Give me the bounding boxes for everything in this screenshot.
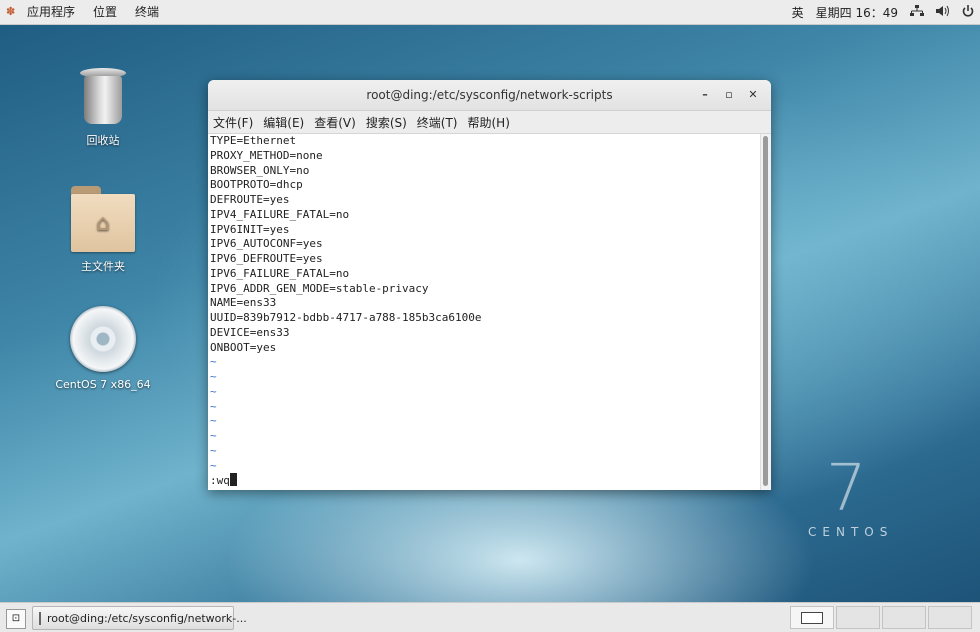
- menu-terminal[interactable]: 终端(T): [412, 114, 463, 131]
- terminal-app-menu[interactable]: 终端: [126, 0, 168, 24]
- centos-logo-word: CENTOS: [808, 525, 894, 539]
- empty-line-marker: ~: [210, 355, 217, 369]
- vi-command: :wq: [210, 474, 230, 487]
- applications-icon: ✽: [6, 5, 16, 18]
- config-line: BOOTPROTO=dhcp: [210, 178, 303, 192]
- vi-command-line[interactable]: :wq: [210, 473, 237, 489]
- config-line: TYPE=Ethernet: [210, 134, 297, 147]
- menu-edit[interactable]: 编辑(E): [258, 114, 309, 131]
- menu-search[interactable]: 搜索(S): [361, 114, 412, 131]
- config-line: NAME=ens33: [210, 296, 277, 310]
- places-menu[interactable]: 位置: [84, 0, 126, 24]
- power-icon[interactable]: [962, 4, 974, 20]
- close-icon[interactable]: ✕: [741, 80, 765, 110]
- config-line: UUID=839b7912-bdbb-4717-a788-185b3ca6100…: [210, 311, 482, 324]
- trash-label: 回收站: [86, 134, 120, 147]
- dvd-desktop-icon[interactable]: CentOS 7 x86_64: [53, 306, 153, 391]
- workspace-3[interactable]: [882, 606, 926, 629]
- maximize-icon[interactable]: ▫: [717, 80, 741, 110]
- empty-line-marker: ~: [210, 399, 217, 413]
- home-folder-label: 主文件夹: [81, 260, 125, 273]
- home-folder-desktop-icon[interactable]: ⌂ 主文件夹: [53, 186, 153, 274]
- input-method-indicator[interactable]: 英: [792, 4, 804, 21]
- empty-line-marker: ~: [210, 414, 217, 428]
- home-folder-icon: ⌂: [71, 186, 135, 252]
- text-cursor: [229, 473, 237, 486]
- top-panel: ✽ 应用程序 位置 终端 英 星期四 16：49: [0, 0, 980, 25]
- terminal-window[interactable]: root@ding:/etc/sysconfig/network-scripts…: [208, 80, 771, 490]
- taskbar-terminal-label: root@ding:/etc/sysconfig/network-...: [47, 611, 247, 625]
- workspace-4[interactable]: [928, 606, 972, 629]
- empty-line-marker: ~: [210, 429, 217, 442]
- config-line: IPV6_ADDR_GEN_MODE=stable-privacy: [210, 281, 429, 295]
- terminal-output[interactable]: TYPE=Ethernet PROXY_METHOD=none BROWSER_…: [208, 134, 763, 490]
- terminal-menubar: 文件(F) 编辑(E) 查看(V) 搜索(S) 终端(T) 帮助(H): [208, 111, 771, 134]
- trash-icon: [80, 66, 126, 126]
- config-line: BROWSER_ONLY=no: [210, 163, 310, 177]
- menu-view[interactable]: 查看(V): [309, 114, 361, 131]
- trash-desktop-icon[interactable]: 回收站: [53, 66, 153, 148]
- config-line: PROXY_METHOD=none: [210, 148, 323, 162]
- config-line: DEFROUTE=yes: [210, 193, 290, 206]
- config-line: ONBOOT=yes: [210, 340, 277, 354]
- config-line: IPV4_FAILURE_FATAL=no: [210, 207, 350, 221]
- minimize-icon[interactable]: –: [693, 80, 717, 110]
- config-line: IPV6_DEFROUTE=yes: [210, 252, 323, 265]
- empty-line-marker: ~: [210, 443, 217, 457]
- config-line: IPV6INIT=yes: [210, 222, 290, 236]
- empty-line-marker: ~: [210, 458, 217, 472]
- volume-icon[interactable]: [936, 5, 950, 20]
- show-desktop-icon[interactable]: ⊡: [6, 609, 26, 629]
- empty-line-marker: ~: [210, 384, 217, 398]
- dvd-label: CentOS 7 x86_64: [55, 378, 151, 391]
- network-icon[interactable]: [910, 4, 924, 20]
- scrollbar-thumb[interactable]: [763, 136, 768, 486]
- applications-menu[interactable]: 应用程序: [18, 0, 84, 24]
- terminal-scrollbar[interactable]: [760, 134, 771, 490]
- window-title: root@ding:/etc/sysconfig/network-scripts: [366, 88, 613, 102]
- config-line: IPV6_AUTOCONF=yes: [210, 237, 323, 251]
- menu-file[interactable]: 文件(F): [208, 114, 258, 131]
- terminal-icon: [39, 611, 41, 625]
- window-titlebar[interactable]: root@ding:/etc/sysconfig/network-scripts…: [208, 80, 771, 111]
- workspace-1[interactable]: [790, 606, 834, 629]
- empty-line-marker: ~: [210, 370, 217, 383]
- menu-help[interactable]: 帮助(H): [463, 114, 515, 131]
- dvd-icon: [70, 306, 136, 372]
- config-line: IPV6_FAILURE_FATAL=no: [210, 266, 350, 280]
- workspace-2[interactable]: [836, 606, 880, 629]
- taskbar-terminal-button[interactable]: root@ding:/etc/sysconfig/network-...: [32, 606, 247, 630]
- clock[interactable]: 星期四 16：49: [816, 4, 898, 21]
- config-line: DEVICE=ens33: [210, 325, 290, 339]
- centos-logo-number: 7: [826, 452, 867, 526]
- bottom-panel: ⊡ root@ding:/etc/sysconfig/network-...: [0, 602, 980, 632]
- workspace-switcher: [788, 606, 972, 629]
